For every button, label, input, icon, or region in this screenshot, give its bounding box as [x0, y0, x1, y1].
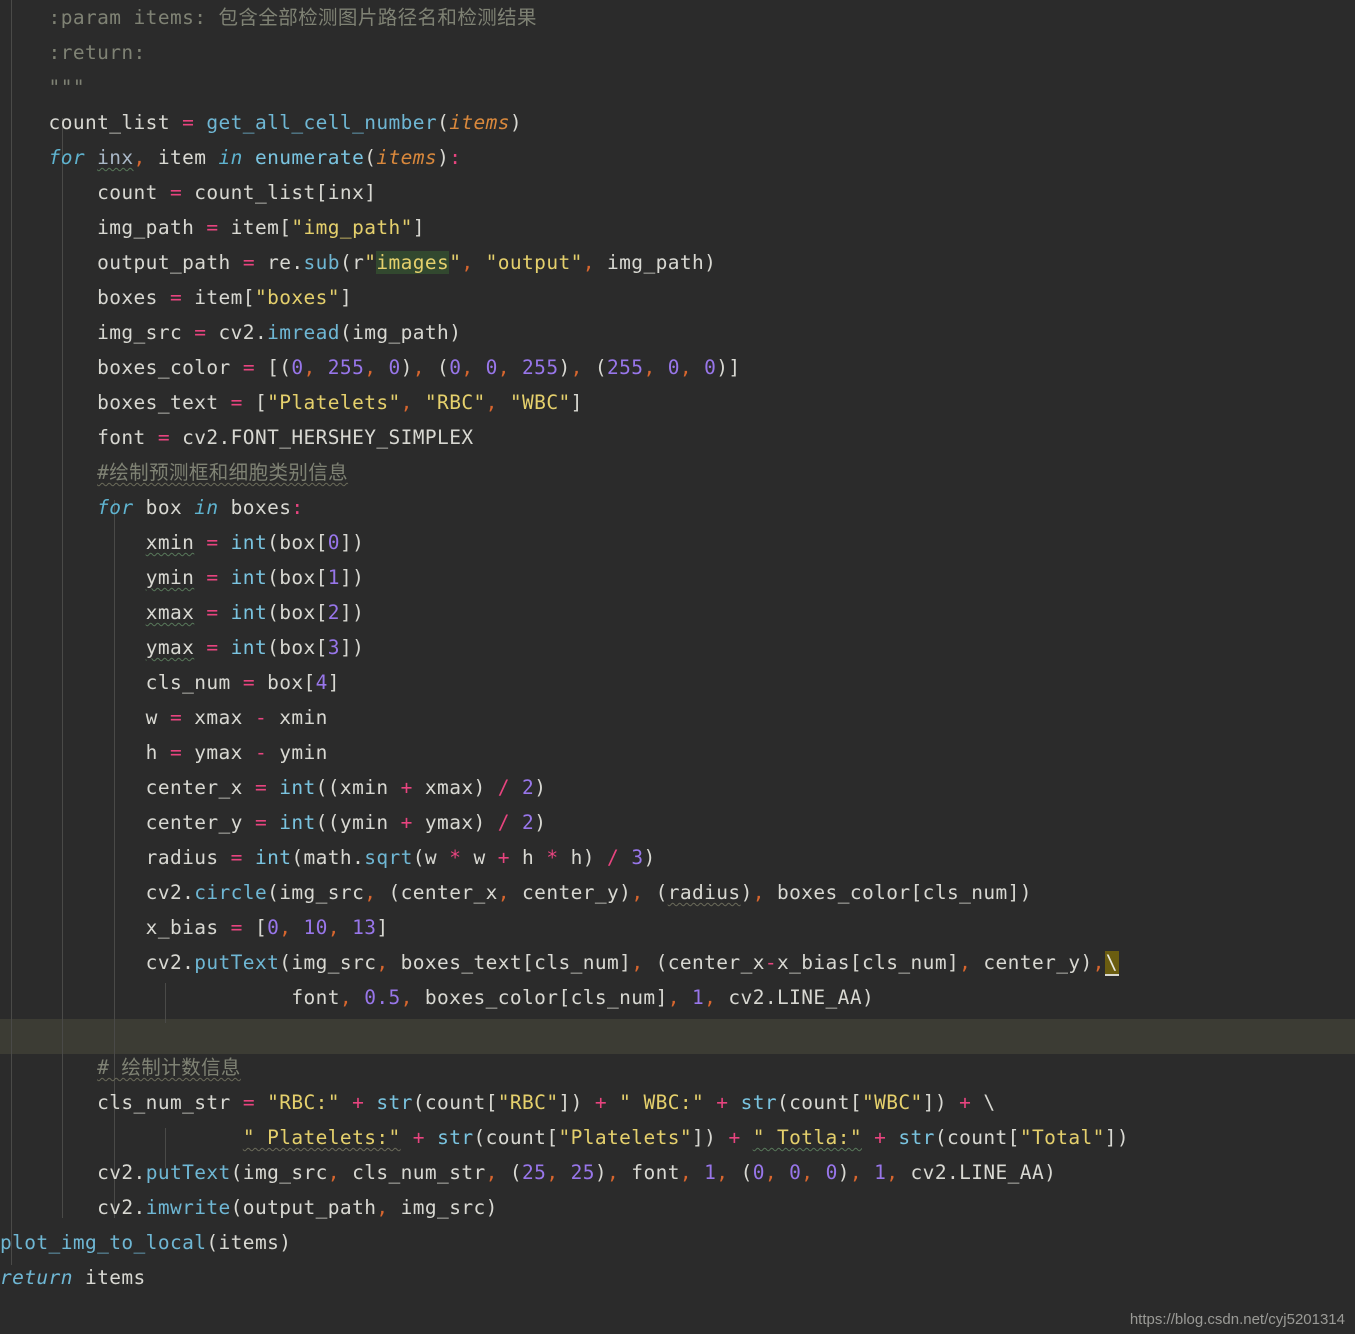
- code-line-return-items[interactable]: return items: [0, 1260, 1355, 1295]
- code-line-comment-draw-boxes[interactable]: #绘制预测框和细胞类别信息: [0, 455, 1355, 490]
- code-line-boxes-color[interactable]: boxes_color = [(0, 255, 0), (0, 0, 255),…: [0, 350, 1355, 385]
- code-line-h[interactable]: h = ymax - ymin: [0, 735, 1355, 770]
- code-line-w[interactable]: w = xmax - xmin: [0, 700, 1355, 735]
- code-line-ymin[interactable]: ymin = int(box[1]): [0, 560, 1355, 595]
- code-line-xmax[interactable]: xmax = int(box[2]): [0, 595, 1355, 630]
- code-line-docstring-return[interactable]: :return:: [0, 35, 1355, 70]
- code-line-count-list[interactable]: count_list = get_all_cell_number(items): [0, 105, 1355, 140]
- code-line-plot-img-to-local[interactable]: plot_img_to_local(items): [0, 1225, 1355, 1260]
- code-line-cv2-puttext-labels[interactable]: cv2.putText(img_src, boxes_text[cls_num]…: [0, 945, 1355, 980]
- code-line-output-path[interactable]: output_path = re.sub(r"images", "output"…: [0, 245, 1355, 280]
- code-line-font[interactable]: font = cv2.FONT_HERSHEY_SIMPLEX: [0, 420, 1355, 455]
- code-line-xmin[interactable]: xmin = int(box[0]): [0, 525, 1355, 560]
- code-editor-pane[interactable]: :param items: 包含全部检测图片路径名和检测结果 :return: …: [0, 0, 1355, 1334]
- code-line-boxes[interactable]: boxes = item["boxes"]: [0, 280, 1355, 315]
- code-line-cv2-puttext-count[interactable]: cv2.putText(img_src, cls_num_str, (25, 2…: [0, 1155, 1355, 1190]
- code-line-for-enumerate[interactable]: for inx, item in enumerate(items):: [0, 140, 1355, 175]
- code-lines-container[interactable]: :param items: 包含全部检测图片路径名和检测结果 :return: …: [0, 0, 1355, 1295]
- code-line-x-bias[interactable]: x_bias = [0, 10, 13]: [0, 910, 1355, 945]
- code-line-center-x[interactable]: center_x = int((xmin + xmax) / 2): [0, 770, 1355, 805]
- code-line-center-y[interactable]: center_y = int((ymin + ymax) / 2): [0, 805, 1355, 840]
- code-line-img-src[interactable]: img_src = cv2.imread(img_path): [0, 315, 1355, 350]
- code-line-cv2-circle[interactable]: cv2.circle(img_src, (center_x, center_y)…: [0, 875, 1355, 910]
- code-line-ymax[interactable]: ymax = int(box[3]): [0, 630, 1355, 665]
- code-line-cls-num[interactable]: cls_num = box[4]: [0, 665, 1355, 700]
- code-line-boxes-text[interactable]: boxes_text = ["Platelets", "RBC", "WBC"]: [0, 385, 1355, 420]
- code-line-docstring-close[interactable]: """: [0, 70, 1355, 105]
- code-line-img-path[interactable]: img_path = item["img_path"]: [0, 210, 1355, 245]
- code-line-blank[interactable]: [0, 1015, 1355, 1050]
- csdn-watermark: https://blog.csdn.net/cyj5201314: [1129, 1311, 1345, 1328]
- code-line-radius[interactable]: radius = int(math.sqrt(w * w + h * h) / …: [0, 840, 1355, 875]
- code-line-comment-draw-count[interactable]: # 绘制计数信息: [0, 1050, 1355, 1085]
- code-line-cls-num-str[interactable]: cls_num_str = "RBC:" + str(count["RBC"])…: [0, 1085, 1355, 1120]
- code-line-cv2-imwrite[interactable]: cv2.imwrite(output_path, img_src): [0, 1190, 1355, 1225]
- code-line-docstring-param[interactable]: :param items: 包含全部检测图片路径名和检测结果: [0, 0, 1355, 35]
- code-line-for-box[interactable]: for box in boxes:: [0, 490, 1355, 525]
- code-line-cls-num-str-cont[interactable]: " Platelets:" + str(count["Platelets"]) …: [0, 1120, 1355, 1155]
- code-line-cv2-puttext-labels-cont[interactable]: font, 0.5, boxes_color[cls_num], 1, cv2.…: [0, 980, 1355, 1015]
- code-line-count[interactable]: count = count_list[inx]: [0, 175, 1355, 210]
